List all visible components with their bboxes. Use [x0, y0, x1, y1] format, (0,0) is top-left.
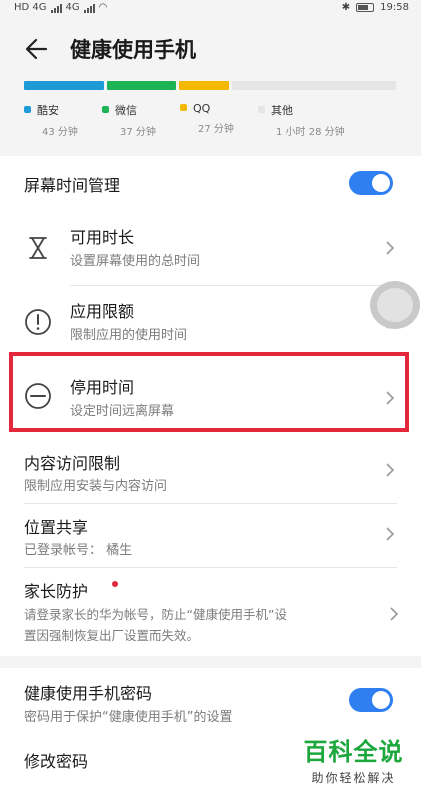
watermark: 百科全说 助你轻松解决 — [296, 732, 411, 786]
legend-item: 酷安 43 分钟 — [24, 102, 78, 138]
legend-dot-icon — [24, 106, 31, 113]
list-item-location-sharing[interactable]: 位置共享 已登录帐号： 橘生 — [0, 504, 421, 568]
screen-time-label: 屏幕时间管理 — [24, 176, 121, 195]
usage-segment — [232, 81, 396, 90]
bluetooth-icon: ✱ — [341, 2, 351, 13]
screen-time-toggle[interactable] — [349, 171, 393, 195]
password-toggle-row[interactable]: 健康使用手机密码 密码用于保护“健康使用手机”的设置 — [0, 668, 421, 734]
notification-dot — [112, 581, 118, 587]
usage-segment — [24, 81, 105, 90]
page-title: 健康使用手机 — [70, 38, 196, 62]
row-title: 健康使用手机密码 — [24, 684, 153, 703]
hourglass-icon — [29, 237, 47, 259]
list-item-parental-protection[interactable]: 家长防护 请登录家长的华为帐号，防止“健康使用手机”设 置因强制恢复出厂设置而失… — [0, 568, 421, 656]
row-title: 内容访问限制 — [24, 454, 121, 473]
usage-segment — [107, 81, 176, 90]
row-title: 应用限额 — [70, 302, 135, 321]
legend-name: 微信 — [115, 104, 137, 117]
chevron-right-icon — [386, 241, 395, 255]
chevron-right-icon — [390, 607, 399, 621]
toggle-knob — [372, 691, 390, 709]
chevron-right-icon — [386, 527, 395, 541]
row-title: 可用时长 — [70, 228, 135, 247]
legend-time: 37 分钟 — [120, 127, 156, 138]
row-subtitle: 限制应用的使用时间 — [70, 328, 188, 343]
wifi-icon: ◠ — [98, 2, 108, 13]
back-arrow-icon[interactable] — [24, 36, 50, 62]
status-left: HD 4G 4G ◠ — [14, 2, 107, 13]
row-subtitle-line1: 请登录家长的华为帐号，防止“健康使用手机”设 — [24, 607, 287, 622]
alert-circle-icon — [25, 309, 51, 335]
password-toggle[interactable] — [349, 688, 393, 712]
legend-item: 微信 37 分钟 — [102, 102, 156, 138]
chevron-right-icon — [386, 463, 395, 477]
legend-dot-icon — [180, 104, 187, 111]
list-item-app-limits[interactable]: 应用限额 限制应用的使用时间 — [0, 286, 421, 360]
legend-name: 其他 — [271, 104, 293, 117]
row-subtitle: 已登录帐号： 橘生 — [24, 543, 133, 558]
legend-name: QQ — [193, 102, 211, 115]
watermark-main: 百科全说 — [303, 738, 404, 766]
watermark-sub: 助你轻松解决 — [311, 771, 396, 785]
row-subtitle: 密码用于保护“健康使用手机”的设置 — [24, 710, 233, 725]
status-time: 19:58 — [380, 2, 409, 13]
legend-dot-icon — [258, 106, 265, 113]
legend-dot-icon — [102, 106, 109, 113]
floating-ball-icon[interactable] — [370, 281, 420, 329]
legend-time: 27 分钟 — [198, 124, 234, 135]
usage-bar — [24, 81, 396, 90]
legend-time: 43 分钟 — [42, 127, 78, 138]
list-item-content-restrictions[interactable]: 内容访问限制 限制应用安装与内容访问 — [0, 440, 421, 504]
row-title: 家长防护 — [24, 582, 89, 601]
legend-name: 酷安 — [37, 104, 59, 117]
row-subtitle: 设置屏幕使用的总时间 — [70, 254, 201, 269]
app-header: 健康使用手机 — [0, 18, 421, 78]
legend-item: 其他 1 小时 28 分钟 — [258, 102, 345, 138]
row-subtitle-line2: 置因强制恢复出厂设置而失效。 — [24, 628, 200, 643]
carrier-label-2: 4G — [65, 2, 80, 13]
usage-segment — [178, 81, 230, 90]
row-subtitle: 限制应用安装与内容访问 — [24, 479, 168, 494]
row-title: 位置共享 — [24, 518, 89, 537]
list-item-available-time[interactable]: 可用时长 设置屏幕使用的总时间 — [0, 210, 421, 286]
legend-item: QQ 27 分钟 — [180, 102, 234, 135]
carrier-label: HD 4G — [14, 2, 47, 13]
change-password-label: 修改密码 — [24, 752, 89, 771]
content-card: 内容访问限制 限制应用安装与内容访问 位置共享 已登录帐号： 橘生 家长防护 请… — [0, 440, 421, 656]
highlight-frame — [9, 352, 409, 432]
screen-time-toggle-row[interactable]: 屏幕时间管理 — [0, 156, 421, 210]
toggle-knob — [372, 174, 390, 192]
signal-icon-2 — [83, 3, 95, 13]
signal-icon — [50, 3, 62, 13]
battery-icon — [356, 3, 375, 12]
legend-time: 1 小时 28 分钟 — [276, 127, 345, 138]
status-bar: HD 4G 4G ◠ ✱ 19:58 — [0, 0, 421, 18]
status-right: ✱ 19:58 — [342, 2, 409, 13]
